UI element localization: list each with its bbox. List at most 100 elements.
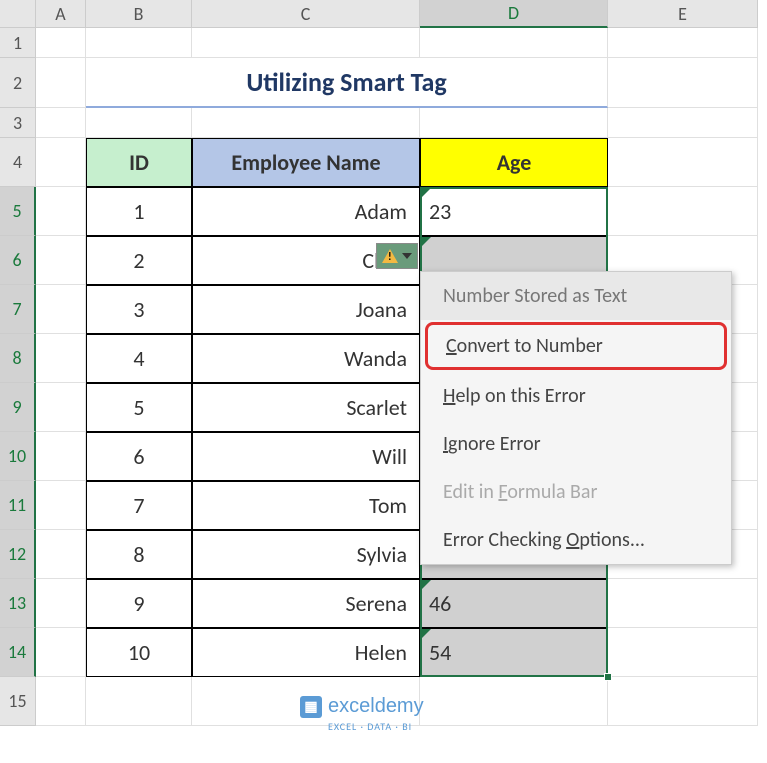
- header-name[interactable]: Employee Name: [192, 138, 420, 187]
- column-headers: A B C D E: [36, 0, 758, 28]
- row-header-11[interactable]: 11: [0, 481, 36, 530]
- cell-id-14[interactable]: 10: [86, 628, 192, 677]
- cell-E5[interactable]: [608, 187, 758, 236]
- col-header-C[interactable]: C: [192, 0, 420, 28]
- cell-id-9[interactable]: 5: [86, 383, 192, 432]
- menu-convert-to-number[interactable]: Convert to Number: [425, 322, 727, 370]
- cell-name-8[interactable]: Wanda: [192, 334, 420, 383]
- cell-age-5[interactable]: 23: [420, 187, 608, 236]
- cell-age-13[interactable]: 46: [420, 579, 608, 628]
- row-header-6[interactable]: 6: [0, 236, 36, 285]
- cell-A11[interactable]: [36, 481, 86, 530]
- smart-tag-button[interactable]: [376, 243, 418, 269]
- cell-E13[interactable]: [608, 579, 758, 628]
- cell-name-9[interactable]: Scarlet: [192, 383, 420, 432]
- cell-name-13[interactable]: Serena: [192, 579, 420, 628]
- text-stored-indicator-icon: [421, 237, 431, 247]
- cell-A12[interactable]: [36, 530, 86, 579]
- cell-E15[interactable]: [608, 677, 758, 726]
- menu-error-checking-options[interactable]: Error Checking Options...: [421, 516, 731, 564]
- row-header-13[interactable]: 13: [0, 579, 36, 628]
- menu-help-on-error[interactable]: Help on this Error: [421, 372, 731, 420]
- cell-name-10[interactable]: Will: [192, 432, 420, 481]
- menu-opts-post: ptions...: [579, 528, 645, 552]
- cell-B3[interactable]: [86, 108, 192, 138]
- row-header-15[interactable]: 15: [0, 677, 36, 726]
- col-header-A[interactable]: A: [36, 0, 86, 28]
- cell-A10[interactable]: [36, 432, 86, 481]
- menu-edit-formula-bar: Edit in Formula Bar: [421, 468, 731, 516]
- warning-icon: [382, 249, 398, 263]
- row-header-7[interactable]: 7: [0, 285, 36, 334]
- cell-D15[interactable]: [420, 677, 608, 726]
- watermark-subtext: EXCEL · DATA · BI: [328, 720, 412, 733]
- select-all-corner[interactable]: [0, 0, 36, 28]
- cell-A4[interactable]: [36, 138, 86, 187]
- cell-id-12[interactable]: 8: [86, 530, 192, 579]
- cell-D1[interactable]: [420, 28, 608, 58]
- cell-D3[interactable]: [420, 108, 608, 138]
- cell-id-6[interactable]: 2: [86, 236, 192, 285]
- row-header-1[interactable]: 1: [0, 28, 36, 58]
- cell-name-12[interactable]: Sylvia: [192, 530, 420, 579]
- cell-A15[interactable]: [36, 677, 86, 726]
- row-header-8[interactable]: 8: [0, 334, 36, 383]
- title-cell[interactable]: Utilizing Smart Tag: [86, 58, 608, 108]
- header-id[interactable]: ID: [86, 138, 192, 187]
- row-header-9[interactable]: 9: [0, 383, 36, 432]
- cell-A3[interactable]: [36, 108, 86, 138]
- cell-E2[interactable]: [608, 58, 758, 108]
- cell-E3[interactable]: [608, 108, 758, 138]
- cell-A14[interactable]: [36, 628, 86, 677]
- cell-A5[interactable]: [36, 187, 86, 236]
- row-header-14[interactable]: 14: [0, 628, 36, 677]
- row-header-2[interactable]: 2: [0, 58, 36, 108]
- menu-title: Number Stored as Text: [421, 272, 731, 320]
- chevron-down-icon: [402, 253, 412, 259]
- col-header-E[interactable]: E: [608, 0, 758, 28]
- col-header-B[interactable]: B: [86, 0, 192, 28]
- cell-C3[interactable]: [192, 108, 420, 138]
- cell-A2[interactable]: [36, 58, 86, 108]
- cell-id-5[interactable]: 1: [86, 187, 192, 236]
- cell-E4[interactable]: [608, 138, 758, 187]
- cell-A9[interactable]: [36, 383, 86, 432]
- cell-A1[interactable]: [36, 28, 86, 58]
- row-header-5[interactable]: 5: [0, 187, 36, 236]
- cell-A7[interactable]: [36, 285, 86, 334]
- menu-convert-label: onvert to Number: [457, 334, 603, 358]
- smart-tag-menu: Number Stored as Text Convert to Number …: [420, 271, 732, 565]
- cell-A6[interactable]: [36, 236, 86, 285]
- cell-C1[interactable]: [192, 28, 420, 58]
- menu-opts-pre: Error Checking: [443, 528, 566, 552]
- row-header-12[interactable]: 12: [0, 530, 36, 579]
- cell-E14[interactable]: [608, 628, 758, 677]
- cell-B1[interactable]: [86, 28, 192, 58]
- cell-id-7[interactable]: 3: [86, 285, 192, 334]
- cell-A8[interactable]: [36, 334, 86, 383]
- row-header-10[interactable]: 10: [0, 432, 36, 481]
- cell-name-7[interactable]: Joana: [192, 285, 420, 334]
- menu-ignore-error[interactable]: Ignore Error: [421, 420, 731, 468]
- cell-id-10[interactable]: 6: [86, 432, 192, 481]
- row-headers: 1 2 3 4 5 6 7 8 9 10 11 12 13 14 15: [0, 28, 36, 726]
- row-header-3[interactable]: 3: [0, 108, 36, 138]
- cell-id-11[interactable]: 7: [86, 481, 192, 530]
- row-header-4[interactable]: 4: [0, 138, 36, 187]
- col-header-D[interactable]: D: [420, 0, 608, 28]
- selection-fill-handle[interactable]: [604, 673, 612, 681]
- cell-name-5[interactable]: Adam: [192, 187, 420, 236]
- cell-E1[interactable]: [608, 28, 758, 58]
- cell-B15[interactable]: [86, 677, 192, 726]
- text-stored-indicator-icon: [421, 580, 431, 590]
- menu-edit-post: ormula Bar: [507, 480, 597, 504]
- cell-age-14[interactable]: 54: [420, 628, 608, 677]
- cell-name-14[interactable]: Helen: [192, 628, 420, 677]
- cell-id-8[interactable]: 4: [86, 334, 192, 383]
- menu-edit-pre: Edit in: [443, 480, 498, 504]
- cell-name-11[interactable]: Tom: [192, 481, 420, 530]
- cell-A13[interactable]: [36, 579, 86, 628]
- menu-ignore-label: gnore Error: [448, 432, 541, 456]
- header-age[interactable]: Age: [420, 138, 608, 187]
- cell-id-13[interactable]: 9: [86, 579, 192, 628]
